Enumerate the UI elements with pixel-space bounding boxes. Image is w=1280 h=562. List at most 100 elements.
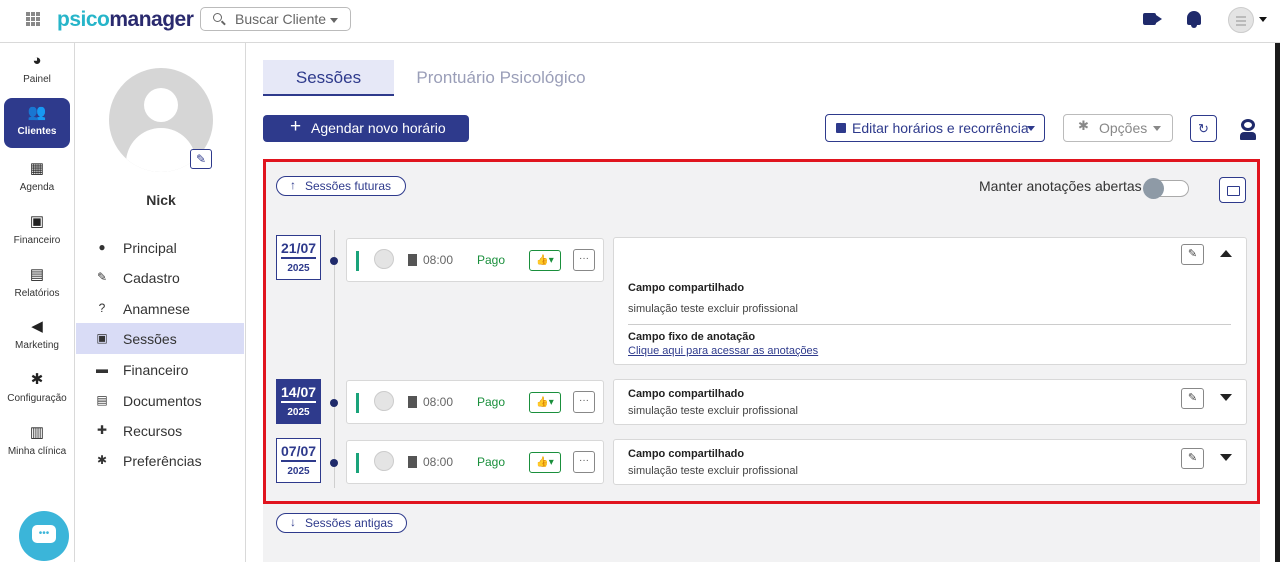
client-sidebar: ✎ Nick ● Principal ✎ Cadastro ? Anamnese ▣ S…	[76, 43, 246, 562]
edit-icon: ✎	[96, 270, 108, 284]
window-edge	[1275, 43, 1280, 562]
past-sessions-button[interactable]: ↓ Sessões antigas	[276, 513, 407, 533]
refresh-button[interactable]: ↻	[1190, 115, 1217, 142]
puzzle-icon: ✚	[96, 423, 108, 437]
calendar-icon	[836, 123, 846, 133]
question-icon: ?	[98, 301, 106, 315]
refresh-icon: ↻	[1198, 121, 1209, 136]
client-menu-recursos[interactable]: ✚ Recursos	[76, 415, 244, 446]
nav-relatorios[interactable]: ▤ Relatórios	[4, 266, 70, 314]
professional-avatar	[374, 451, 394, 471]
professional-avatar	[374, 249, 394, 269]
tab-sessoes[interactable]: Sessões	[263, 60, 394, 96]
gear-icon: ✱	[30, 371, 44, 388]
attendance-button[interactable]: 👍▾	[529, 392, 561, 413]
nav-marketing[interactable]: ◀ Marketing	[4, 318, 70, 366]
medkit-icon: ▣	[96, 331, 108, 345]
assistant-icon[interactable]	[1238, 119, 1258, 141]
nav-painel[interactable]: ◕ Painel	[4, 52, 70, 100]
client-menu-anamnese[interactable]: ? Anamnese	[76, 293, 244, 324]
divider	[628, 324, 1231, 325]
timeline-line	[334, 230, 335, 488]
nav-financeiro[interactable]: ▣ Financeiro	[4, 213, 70, 261]
timeline-dot	[330, 399, 338, 407]
main-content: Sessões Prontuário Psicológico + Agendar …	[246, 43, 1280, 562]
open-notes-link[interactable]: Clique aqui para acessar as anotações	[628, 345, 818, 357]
client-menu-documentos[interactable]: ▤ Documentos	[76, 385, 244, 416]
more-options-button[interactable]: ···	[573, 391, 595, 413]
search-placeholder: Buscar Cliente	[235, 11, 327, 27]
client-menu-financeiro[interactable]: ▬ Financeiro	[76, 354, 244, 385]
collapse-icon[interactable]	[1220, 244, 1232, 257]
chevron-down-icon	[1027, 126, 1035, 135]
expand-icon[interactable]	[1220, 454, 1232, 467]
nav-clientes[interactable]: 👥 Clientes	[4, 98, 70, 148]
calendar-icon: ▦	[29, 160, 45, 177]
video-icon[interactable]	[1143, 13, 1156, 25]
edit-notes-button[interactable]: ✎	[1181, 244, 1204, 265]
person-icon: ●	[98, 240, 106, 254]
chevron-down-icon[interactable]	[1259, 17, 1267, 26]
timeline-dot	[330, 459, 338, 467]
edit-schedule-button[interactable]: Editar horários e recorrência	[825, 114, 1045, 142]
session-notes-card: ✎ Campo compartilhado simulação teste ex…	[613, 379, 1247, 425]
user-avatar[interactable]	[1228, 7, 1254, 33]
options-button[interactable]: ✱ Opções	[1063, 114, 1173, 142]
money-icon: ▬	[96, 362, 108, 376]
search-client-dropdown[interactable]: Buscar Cliente	[200, 7, 351, 31]
card-view-button[interactable]	[1219, 177, 1246, 203]
more-options-button[interactable]: ···	[573, 249, 595, 271]
megaphone-icon: ◀	[31, 318, 43, 335]
session-date: 21/07 2025	[276, 235, 321, 280]
expand-icon[interactable]	[1220, 394, 1232, 407]
session-card[interactable]: 08:00 Pago 👍▾ ···	[346, 440, 604, 484]
sessions-panel: ↑ Sessões futuras Manter anotações aberta…	[263, 159, 1260, 504]
session-card[interactable]: 08:00 Pago 👍▾ ···	[346, 238, 604, 282]
bell-icon[interactable]	[1187, 11, 1201, 28]
chevron-down-icon	[330, 18, 338, 27]
session-date: 07/07 2025	[276, 438, 321, 483]
attendance-button[interactable]: 👍▾	[529, 452, 561, 473]
client-menu-preferencias[interactable]: ✱ Preferências	[76, 445, 244, 476]
professional-avatar	[374, 391, 394, 411]
payment-status: Pago	[477, 455, 506, 469]
building-icon	[408, 456, 417, 468]
search-icon	[213, 13, 222, 22]
building-icon	[408, 254, 417, 266]
session-time: 08:00	[423, 455, 454, 469]
keep-notes-label: Manter anotações abertas	[979, 178, 1142, 194]
session-time: 08:00	[423, 395, 454, 409]
nav-agenda[interactable]: ▦ Agenda	[4, 160, 70, 208]
arrow-down-icon: ↓	[290, 515, 296, 529]
schedule-new-button[interactable]: + Agendar novo horário	[263, 115, 469, 142]
payment-status: Pago	[477, 253, 506, 267]
client-menu-cadastro[interactable]: ✎ Cadastro	[76, 262, 244, 293]
gear-icon: ✱	[1078, 118, 1089, 133]
future-sessions-button[interactable]: ↑ Sessões futuras	[276, 176, 406, 196]
main-nav-rail: ◕ Painel 👥 Clientes ▦ Agenda ▣ Financeiro ▤ R…	[0, 43, 75, 562]
edit-photo-button[interactable]: ✎	[190, 149, 212, 169]
chat-support-button[interactable]	[19, 511, 69, 561]
gear-icon: ✱	[96, 453, 108, 467]
client-menu-principal[interactable]: ● Principal	[76, 232, 244, 263]
tab-prontuario[interactable]: Prontuário Psicológico	[411, 60, 591, 96]
apps-grid-icon[interactable]	[26, 12, 40, 26]
building-icon: ▥	[29, 424, 45, 441]
nav-configuracao[interactable]: ✱ Configuração	[4, 371, 70, 419]
top-bar: psicomanager Buscar Cliente	[0, 0, 1280, 43]
edit-notes-button[interactable]: ✎	[1181, 388, 1204, 409]
more-options-button[interactable]: ···	[573, 451, 595, 473]
attendance-button[interactable]: 👍▾	[529, 250, 561, 271]
plus-icon: +	[290, 116, 302, 137]
client-menu-sessoes[interactable]: ▣ Sessões	[76, 323, 244, 354]
arrow-up-icon: ↑	[290, 178, 296, 192]
logo[interactable]: psicomanager	[57, 8, 194, 32]
session-card[interactable]: 08:00 Pago 👍▾ ···	[346, 380, 604, 424]
edit-notes-button[interactable]: ✎	[1181, 448, 1204, 469]
keep-notes-toggle[interactable]	[1143, 178, 1189, 199]
older-sessions-area: ↓ Sessões antigas	[263, 504, 1260, 562]
session-notes-card: ✎ Campo compartilhado simulação teste ex…	[613, 439, 1247, 485]
session-time: 08:00	[423, 253, 454, 267]
nav-minha-clinica[interactable]: ▥ Minha clínica	[4, 424, 70, 472]
payment-status: Pago	[477, 395, 506, 409]
